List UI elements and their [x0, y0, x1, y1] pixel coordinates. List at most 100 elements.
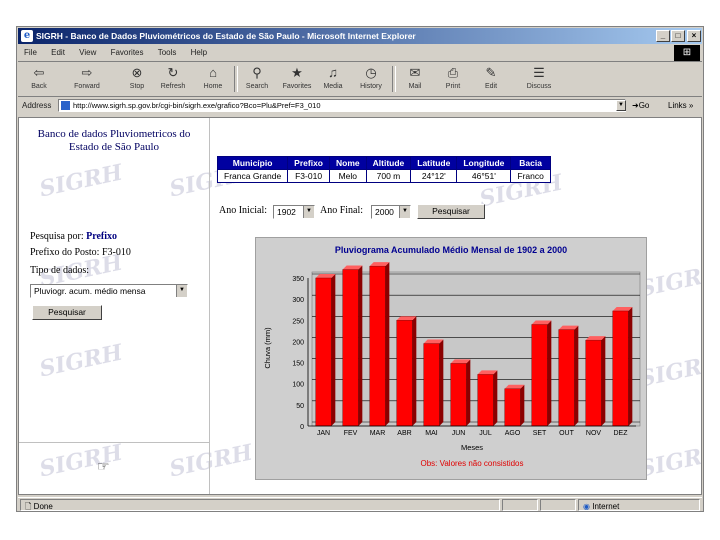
x-tick-label: ABR [397, 430, 411, 437]
menu-view[interactable]: View [79, 48, 96, 57]
bar-side [601, 336, 606, 426]
end-year-label: Ano Final: [320, 205, 364, 216]
y-tick-label: 150 [292, 361, 304, 368]
close-button[interactable]: × [687, 30, 701, 42]
address-label: Address [22, 101, 52, 110]
x-axis-label: Meses [461, 443, 483, 452]
rainfall-chart: Pluviograma Acumulado Médio Mensal de 19… [255, 237, 647, 480]
page-content: SIGRH SIGRH SIGRH SIGRH SIGRH SIGRH SIGR… [18, 117, 702, 495]
station-prefix: Prefixo do Posto: F3-010 [30, 247, 131, 258]
ie-logo-icon: e [21, 30, 33, 42]
favorites-button[interactable]: ★ Favorites [280, 64, 314, 94]
home-button[interactable]: ⌂ Home [196, 64, 230, 94]
bar-side [466, 359, 471, 426]
home-icon: ⌂ [209, 65, 217, 80]
y-tick-label: 350 [292, 276, 304, 283]
menu-edit[interactable]: Edit [51, 48, 65, 57]
x-tick-label: DEZ [614, 430, 629, 437]
y-tick-label: 0 [300, 424, 304, 431]
table-cell: Franca Grande [216, 169, 289, 183]
status-cell [502, 499, 538, 511]
table-header: Altitude [365, 156, 412, 170]
refresh-button[interactable]: ↻ Refresh [156, 64, 190, 94]
stop-button[interactable]: ⊗ Stop [120, 64, 154, 94]
menu-help[interactable]: Help [191, 48, 207, 57]
bar [369, 265, 386, 427]
address-dropdown-button[interactable]: ▼ [616, 100, 626, 111]
table-cell: F3-010 [287, 169, 330, 183]
data-type-label: Tipo de dados: [30, 265, 90, 276]
table-cell: 46°51' [456, 169, 512, 183]
bar [450, 363, 467, 427]
start-year-select[interactable]: 1902 ▼ [273, 205, 315, 219]
year-search-button[interactable]: Pesquisar [417, 204, 485, 219]
menu-file[interactable]: File [24, 48, 37, 57]
zone-text: Internet [592, 502, 620, 511]
menu-tools[interactable]: Tools [158, 48, 177, 57]
menu-bar: File Edit View Favorites Tools Help [18, 45, 702, 62]
search-by-value: Prefixo [86, 231, 118, 242]
links-button[interactable]: Links » [668, 101, 693, 110]
forward-button[interactable]: ⇨ Forward [70, 64, 104, 94]
address-bar: Address http://www.sigrh.sp.gov.br/cgi-b… [18, 97, 702, 115]
x-tick-label: JAN [317, 430, 330, 437]
menu-favorites[interactable]: Favorites [111, 48, 144, 57]
status-cell [540, 499, 576, 511]
minimize-button[interactable]: _ [656, 30, 670, 42]
bar-side [520, 384, 525, 426]
search-icon: ⚲ [252, 65, 262, 80]
mail-icon: ✉ [409, 65, 421, 80]
chart-canvas: Pluviograma Acumulado Médio Mensal de 19… [263, 245, 641, 468]
left-panel: Banco de dados Pluviometricos do Estado … [19, 118, 210, 494]
history-button[interactable]: ◷ History [354, 64, 388, 94]
chevron-down-icon: ▼ [303, 206, 314, 218]
media-button[interactable]: ♫ Media [316, 64, 350, 94]
start-year-label: Ano Inicial: [219, 205, 268, 216]
table-cell: 24°12' [410, 169, 458, 183]
bar [396, 320, 413, 427]
table-header-row: Município Prefixo Nome Altitude Latitude… [216, 156, 551, 170]
back-arrow-icon: ⇦ [33, 65, 45, 80]
data-type-search-button[interactable]: Pesquisar [32, 305, 102, 320]
history-icon: ◷ [365, 65, 377, 80]
bar [504, 388, 521, 427]
station-table: Município Prefixo Nome Altitude Latitude… [216, 156, 551, 183]
bar-side [493, 370, 498, 426]
maximize-button[interactable]: □ [671, 30, 685, 42]
bar [612, 310, 629, 427]
bar [558, 329, 575, 427]
search-button[interactable]: ⚲ Search [240, 64, 274, 94]
status-bar: 🗋 Done ◉ Internet [18, 497, 702, 512]
window-title: SIGRH - Banco de Dados Pluviométricos do… [36, 31, 416, 41]
bar-side [547, 320, 552, 426]
media-icon: ♫ [328, 65, 338, 80]
forward-arrow-icon: ⇨ [81, 65, 93, 80]
edit-button[interactable]: ✎ Edit [474, 64, 508, 94]
y-tick-label: 100 [292, 382, 304, 389]
y-tick-label: 200 [292, 339, 304, 346]
status-text: Done [33, 502, 53, 511]
go-button[interactable]: ➜Go [632, 101, 649, 110]
toolbar-separator [392, 66, 396, 92]
table-header: Município [216, 156, 289, 170]
x-tick-label: MAR [370, 430, 386, 437]
data-type-select[interactable]: Pluviogr. acum. médio mensa ▼ [30, 284, 188, 298]
table-row: Franca Grande F3-010 Melo 700 m 24°12' 4… [216, 169, 551, 183]
bar [423, 343, 440, 427]
mail-button[interactable]: ✉ Mail [398, 64, 432, 94]
table-header: Nome [329, 156, 367, 170]
address-input[interactable]: http://www.sigrh.sp.gov.br/cgi-bin/sigrh… [58, 99, 626, 112]
table-header: Prefixo [287, 156, 330, 170]
bar [342, 269, 359, 427]
x-tick-label: FEV [344, 430, 358, 437]
back-button[interactable]: ⇦ Back [22, 64, 56, 94]
bar [585, 339, 602, 427]
print-button[interactable]: ⎙ Print [436, 64, 470, 94]
title-bar: e SIGRH - Banco de Dados Pluviométricos … [18, 28, 702, 44]
page-icon [61, 101, 70, 110]
bar [531, 324, 548, 427]
bar-side [358, 265, 363, 426]
table-header: Bacia [510, 156, 551, 170]
discuss-button[interactable]: ☰ Discuss [522, 64, 556, 94]
end-year-select[interactable]: 2000 ▼ [371, 205, 411, 219]
